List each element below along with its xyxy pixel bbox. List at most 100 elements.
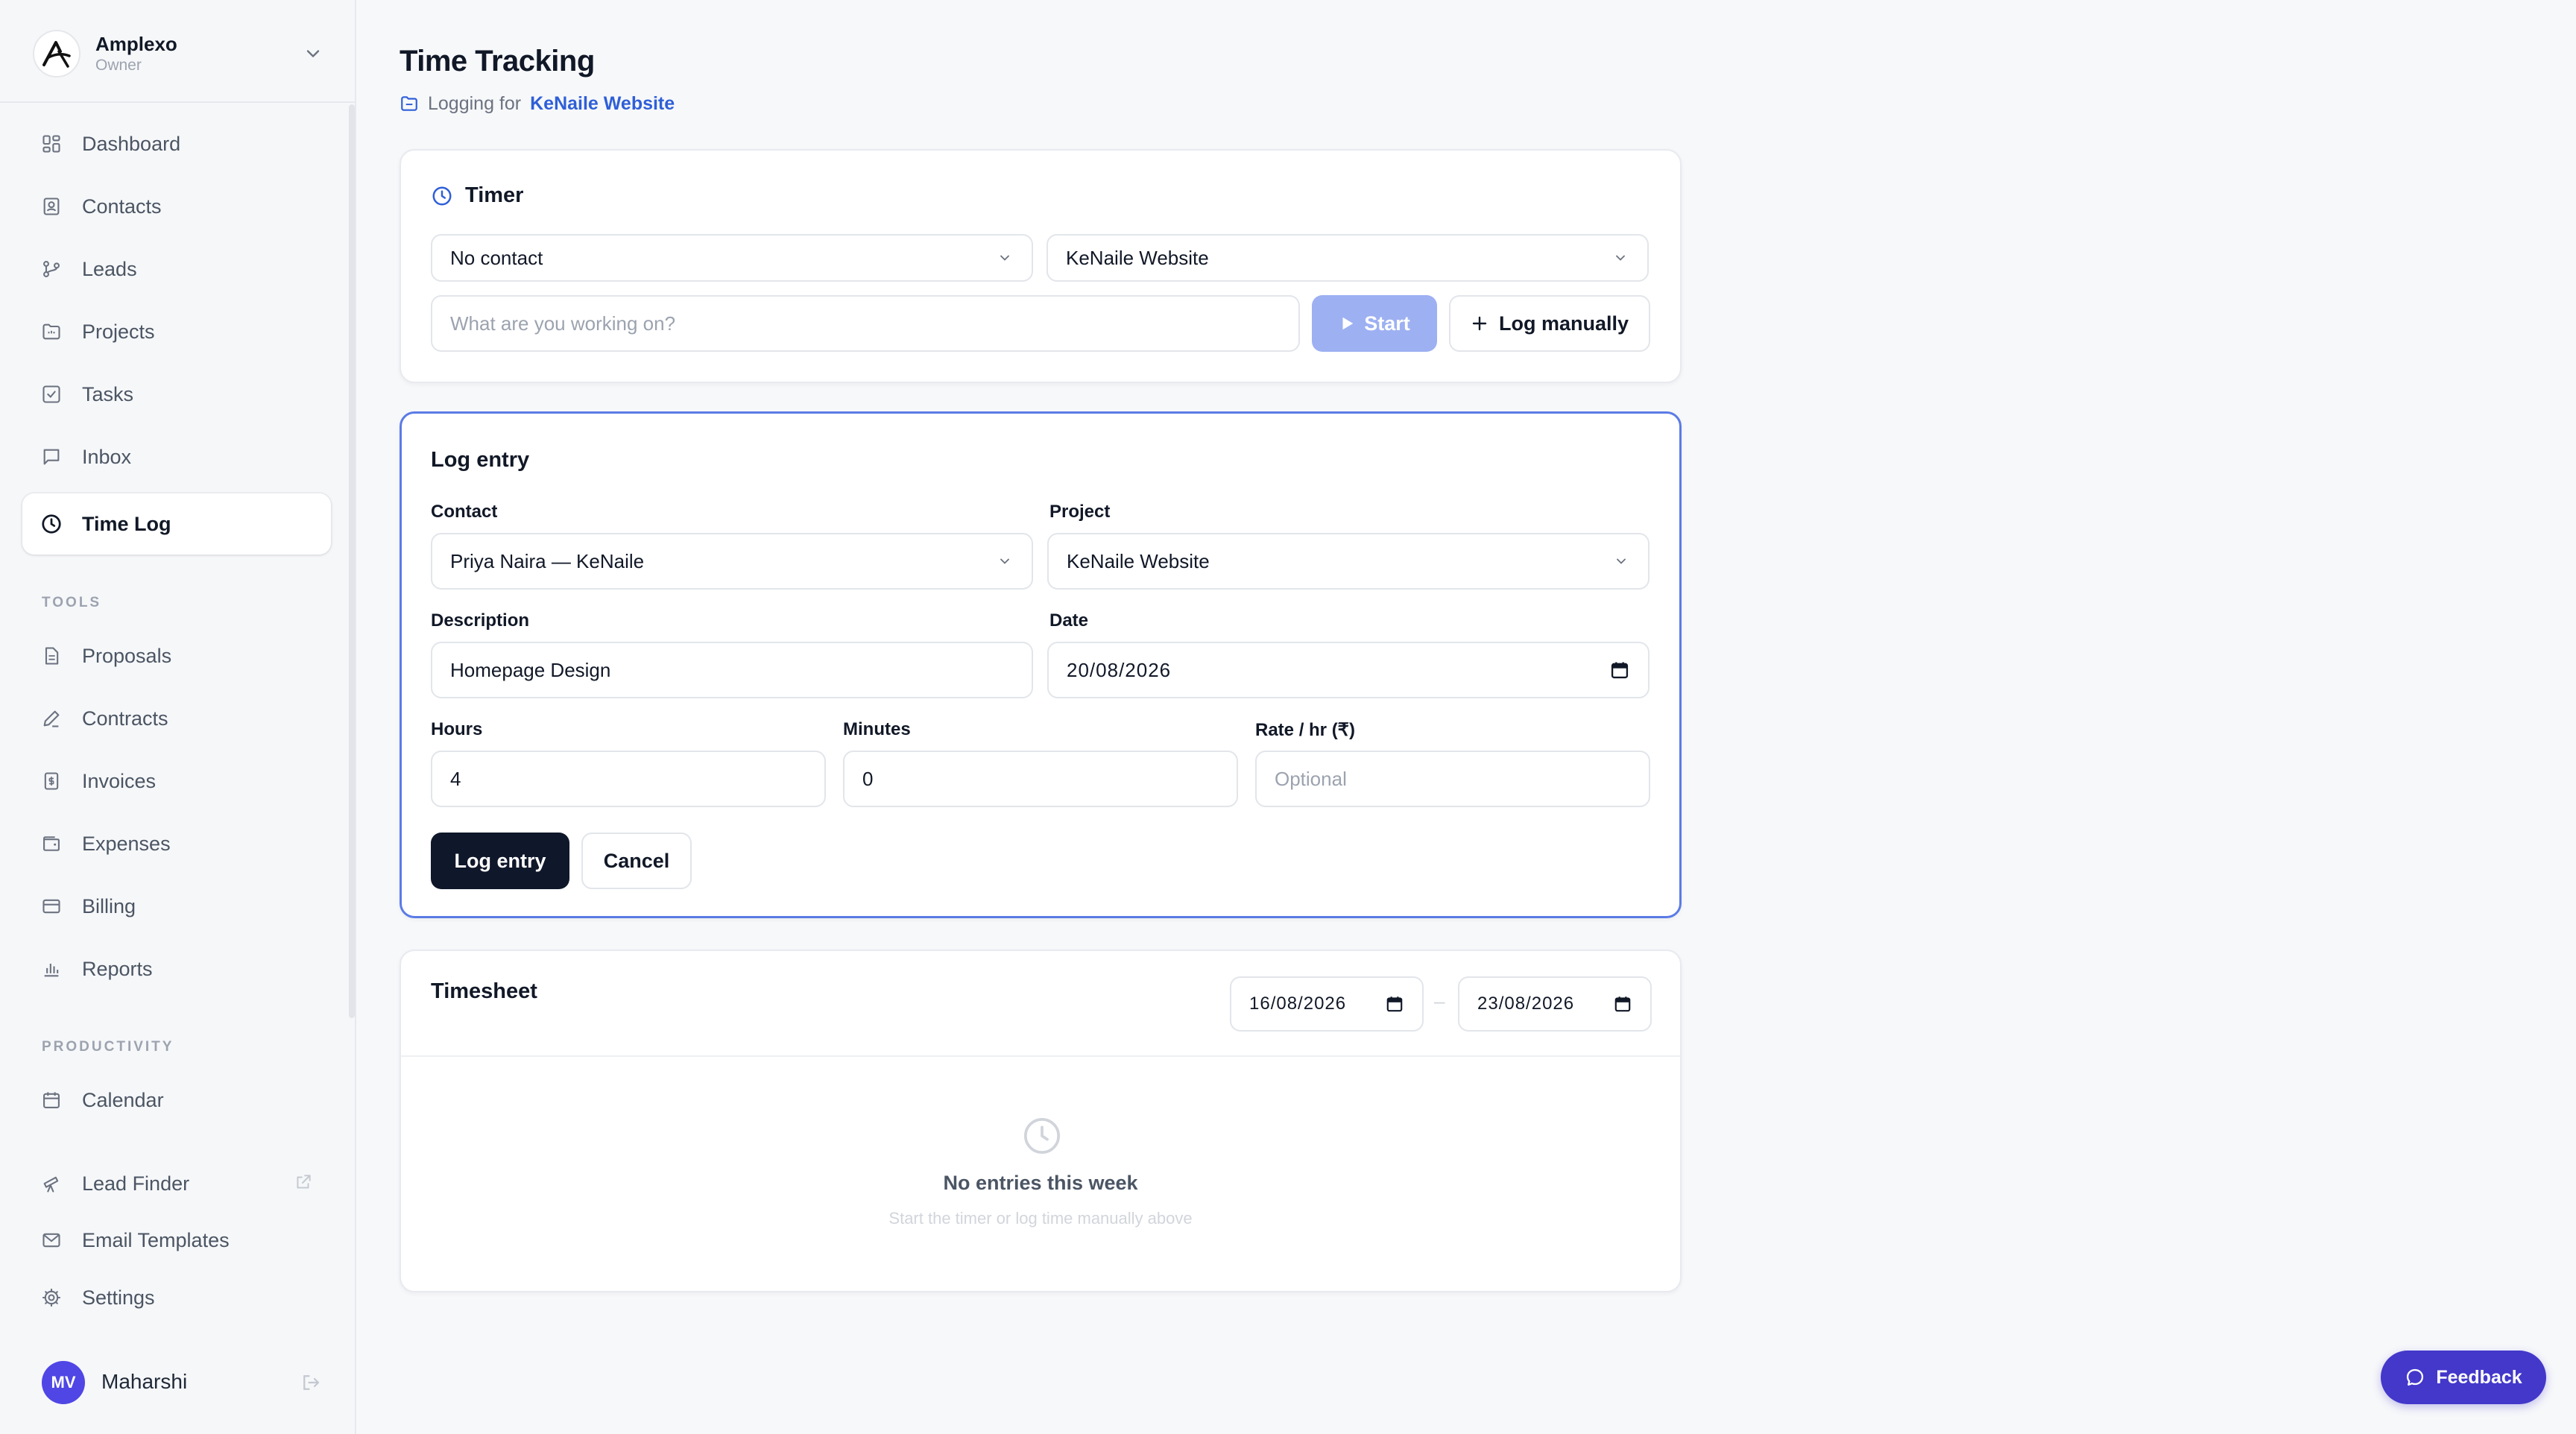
description-label: Description: [431, 610, 530, 631]
sidebar-item-tasks[interactable]: Tasks: [22, 364, 331, 425]
sidebar-item-inbox[interactable]: Inbox: [22, 426, 331, 487]
sidebar-item-reports[interactable]: Reports: [22, 938, 331, 999]
contact-label: Contact: [431, 502, 498, 522]
workspace-switcher[interactable]: Amplexo Owner: [0, 0, 356, 103]
sidebar-item-label: Time Log: [82, 512, 171, 535]
description-value: Homepage Design: [450, 658, 611, 681]
sidebar-item-calendar[interactable]: Calendar: [22, 1070, 331, 1131]
sidebar-item-label: Tasks: [82, 382, 134, 405]
start-button[interactable]: Start: [1312, 295, 1437, 352]
receipt-icon: [40, 770, 63, 792]
chevron-down-icon: [1617, 558, 1626, 564]
timesheet-end-date[interactable]: 23/08/2026: [1458, 976, 1652, 1032]
cancel-button-label: Cancel: [603, 849, 670, 872]
sidebar-item-contracts[interactable]: Contracts: [22, 688, 331, 749]
minutes-input[interactable]: 0: [843, 751, 1238, 807]
minutes-value: 0: [862, 767, 874, 790]
rate-input[interactable]: Optional: [1255, 751, 1650, 807]
sidebar-item-label: Reports: [82, 957, 153, 980]
clock-icon: [1023, 1117, 1061, 1155]
sidebar-item-settings[interactable]: Settings: [22, 1267, 331, 1328]
sidebar-item-label: Dashboard: [82, 132, 181, 155]
sidebar-item-projects[interactable]: Projects: [22, 301, 331, 362]
sidebar-item-invoices[interactable]: Invoices: [22, 751, 331, 812]
date-input[interactable]: 20/08/2026: [1047, 642, 1650, 698]
sidebar-item-billing[interactable]: Billing: [22, 876, 331, 937]
hours-label: Hours: [431, 719, 483, 739]
sidebar-item-label: Billing: [82, 894, 136, 917]
message-circle-icon: [2407, 1368, 2424, 1386]
timesheet-start-date[interactable]: 16/08/2026: [1230, 976, 1424, 1032]
workspace-name: Amplexo: [95, 33, 177, 55]
logging-project-link[interactable]: KeNaile Website: [530, 93, 675, 115]
timer-project-value: KeNaile Website: [1066, 246, 1209, 269]
description-input[interactable]: Homepage Design: [431, 642, 1033, 698]
timer-title: Timer: [431, 183, 523, 208]
avatar: MV: [42, 1361, 85, 1404]
hours-value: 4: [450, 767, 461, 790]
rate-placeholder: Optional: [1275, 767, 1347, 790]
project-label: Project: [1049, 502, 1111, 522]
cancel-button[interactable]: Cancel: [581, 833, 692, 889]
timer-task-input[interactable]: What are you working on?: [431, 295, 1300, 352]
sidebar-item-label: Settings: [82, 1286, 155, 1309]
timer-contact-select[interactable]: No contact: [431, 234, 1033, 282]
sidebar-item-label: Invoices: [82, 769, 157, 792]
bar-chart-icon: [40, 958, 63, 980]
calendar-icon[interactable]: [1609, 660, 1630, 680]
contact-select[interactable]: Priya Naira — KeNaile: [431, 533, 1033, 590]
user-profile[interactable]: MV Maharshi: [0, 1355, 356, 1412]
feedback-label: Feedback: [2436, 1366, 2522, 1388]
sidebar: Amplexo Owner Dashboard Contacts Leads P…: [0, 0, 356, 1434]
checkbox-icon: [40, 383, 63, 405]
external-link-icon: [297, 1175, 311, 1189]
calendar-icon[interactable]: [1385, 994, 1404, 1014]
start-date-value: 16/08/2026: [1249, 994, 1347, 1014]
rate-label: Rate / hr (₹): [1255, 720, 1355, 740]
feedback-button[interactable]: Feedback: [2381, 1351, 2546, 1404]
sidebar-item-label: Projects: [82, 320, 155, 343]
folder-icon: [401, 96, 417, 111]
log-entry-card: Log entry Contact Project Priya Naira — …: [400, 411, 1682, 918]
sidebar-item-lead-finder[interactable]: Lead Finder: [22, 1153, 331, 1214]
timer-contact-value: No contact: [450, 246, 543, 269]
calendar-icon[interactable]: [1613, 994, 1632, 1014]
sidebar-item-expenses[interactable]: Expenses: [22, 813, 331, 874]
timer-project-select[interactable]: KeNaile Website: [1046, 234, 1649, 282]
chevron-down-icon: [1000, 255, 1009, 261]
sidebar-item-contacts[interactable]: Contacts: [22, 176, 331, 237]
logout-icon[interactable]: [300, 1371, 322, 1394]
sidebar-item-label: Leads: [82, 257, 137, 280]
sidebar-item-dashboard[interactable]: Dashboard: [22, 113, 331, 174]
chevron-down-icon: [306, 50, 320, 57]
timesheet-divider: [401, 1055, 1680, 1057]
log-manually-button[interactable]: Log manually: [1449, 295, 1650, 352]
workspace-logo: [33, 30, 80, 78]
log-entry-title: Log entry: [431, 448, 530, 472]
sidebar-item-label: Proposals: [82, 644, 172, 667]
telescope-icon: [40, 1172, 63, 1195]
sidebar-scrollbar[interactable]: [349, 104, 355, 1018]
hours-input[interactable]: 4: [431, 751, 826, 807]
contact-select-value: Priya Naira — KeNaile: [450, 549, 645, 572]
chevron-down-icon: [1000, 558, 1009, 564]
sidebar-item-leads[interactable]: Leads: [22, 239, 331, 300]
timesheet-card: Timesheet 16/08/2026 – 23/08/2026 No ent…: [400, 950, 1682, 1292]
wallet-icon: [40, 833, 63, 855]
empty-state-title: No entries this week: [943, 1172, 1138, 1194]
log-entry-submit-button[interactable]: Log entry: [431, 833, 569, 889]
timer-title-text: Timer: [465, 183, 524, 207]
logging-for: Logging for KeNaile Website: [400, 92, 675, 115]
sidebar-item-time-log[interactable]: Time Log: [22, 493, 331, 555]
chevron-down-icon: [1616, 255, 1625, 261]
workspace-role: Owner: [95, 57, 142, 74]
sidebar-item-label: Expenses: [82, 832, 171, 855]
project-select[interactable]: KeNaile Website: [1047, 533, 1650, 590]
sidebar-item-label: Calendar: [82, 1088, 164, 1111]
sidebar-item-email-templates[interactable]: Email Templates: [22, 1210, 331, 1271]
log-manually-label: Log manually: [1498, 312, 1629, 335]
sidebar-item-label: Lead Finder: [82, 1172, 190, 1195]
date-value: 20/08/2026: [1067, 658, 1172, 681]
pen-icon: [40, 707, 63, 730]
sidebar-item-proposals[interactable]: Proposals: [22, 625, 331, 686]
